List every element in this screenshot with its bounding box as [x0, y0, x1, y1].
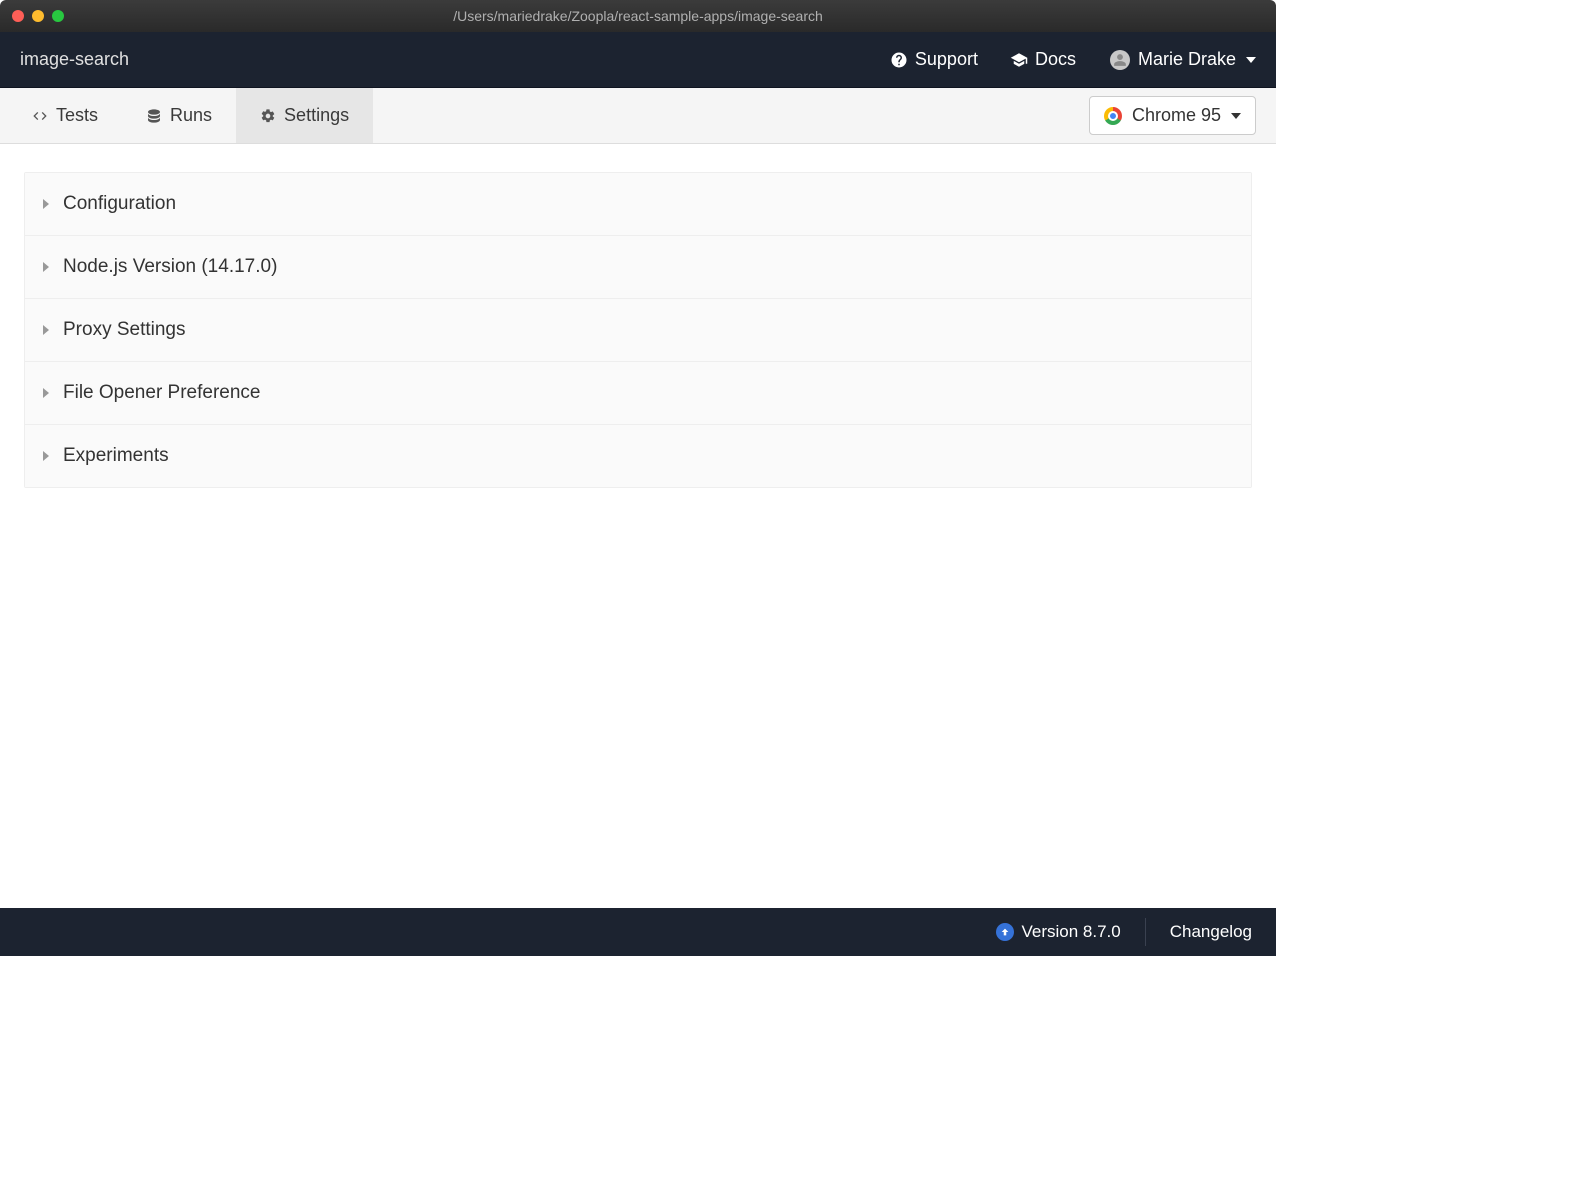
settings-content: Configuration Node.js Version (14.17.0) … [0, 144, 1276, 908]
settings-panel-label: Proxy Settings [63, 319, 186, 341]
browser-selected-label: Chrome 95 [1132, 105, 1221, 126]
app-header: image-search Support Docs Marie Drake [0, 32, 1276, 88]
tab-settings[interactable]: Settings [236, 88, 373, 143]
maximize-window-button[interactable] [52, 10, 64, 22]
tab-bar: Tests Runs Settings Chrome 95 [0, 88, 1276, 144]
chevron-right-icon [43, 262, 49, 272]
window-titlebar: /Users/mariedrake/Zoopla/react-sample-ap… [0, 0, 1276, 32]
tab-runs-label: Runs [170, 105, 212, 126]
app-footer: Version 8.7.0 Changelog [0, 908, 1276, 956]
settings-panel-label: Configuration [63, 193, 176, 215]
settings-panel-label: File Opener Preference [63, 382, 261, 404]
support-label: Support [915, 49, 978, 70]
version-info[interactable]: Version 8.7.0 [996, 922, 1121, 942]
project-name: image-search [20, 49, 129, 70]
close-window-button[interactable] [12, 10, 24, 22]
settings-panel-configuration[interactable]: Configuration [25, 173, 1251, 236]
help-icon [890, 51, 908, 69]
chevron-down-icon [1246, 57, 1256, 63]
support-link[interactable]: Support [890, 49, 978, 70]
settings-panel-proxy[interactable]: Proxy Settings [25, 299, 1251, 362]
browser-selector[interactable]: Chrome 95 [1089, 96, 1256, 135]
tab-runs[interactable]: Runs [122, 88, 236, 143]
user-name: Marie Drake [1138, 49, 1236, 70]
chevron-right-icon [43, 388, 49, 398]
window-path: /Users/mariedrake/Zoopla/react-sample-ap… [12, 8, 1264, 24]
tab-tests-label: Tests [56, 105, 98, 126]
settings-list: Configuration Node.js Version (14.17.0) … [24, 172, 1252, 488]
version-label: Version 8.7.0 [1022, 922, 1121, 942]
chevron-right-icon [43, 451, 49, 461]
tab-settings-label: Settings [284, 105, 349, 126]
chevron-right-icon [43, 325, 49, 335]
settings-panel-experiments[interactable]: Experiments [25, 425, 1251, 487]
footer-divider [1145, 918, 1146, 946]
settings-panel-label: Experiments [63, 445, 169, 467]
settings-panel-label: Node.js Version (14.17.0) [63, 256, 277, 278]
chevron-right-icon [43, 199, 49, 209]
update-available-icon [996, 923, 1014, 941]
code-icon [32, 108, 48, 124]
changelog-label: Changelog [1170, 922, 1252, 941]
minimize-window-button[interactable] [32, 10, 44, 22]
traffic-lights [12, 10, 64, 22]
chrome-icon [1104, 107, 1122, 125]
gear-icon [260, 108, 276, 124]
tab-tests[interactable]: Tests [8, 88, 122, 143]
settings-panel-node-version[interactable]: Node.js Version (14.17.0) [25, 236, 1251, 299]
changelog-link[interactable]: Changelog [1170, 922, 1252, 942]
user-menu[interactable]: Marie Drake [1110, 49, 1256, 70]
docs-label: Docs [1035, 49, 1076, 70]
database-icon [146, 108, 162, 124]
settings-panel-file-opener[interactable]: File Opener Preference [25, 362, 1251, 425]
graduation-cap-icon [1010, 51, 1028, 69]
person-icon [1113, 53, 1127, 67]
chevron-down-icon [1231, 113, 1241, 119]
docs-link[interactable]: Docs [1010, 49, 1076, 70]
avatar [1110, 50, 1130, 70]
